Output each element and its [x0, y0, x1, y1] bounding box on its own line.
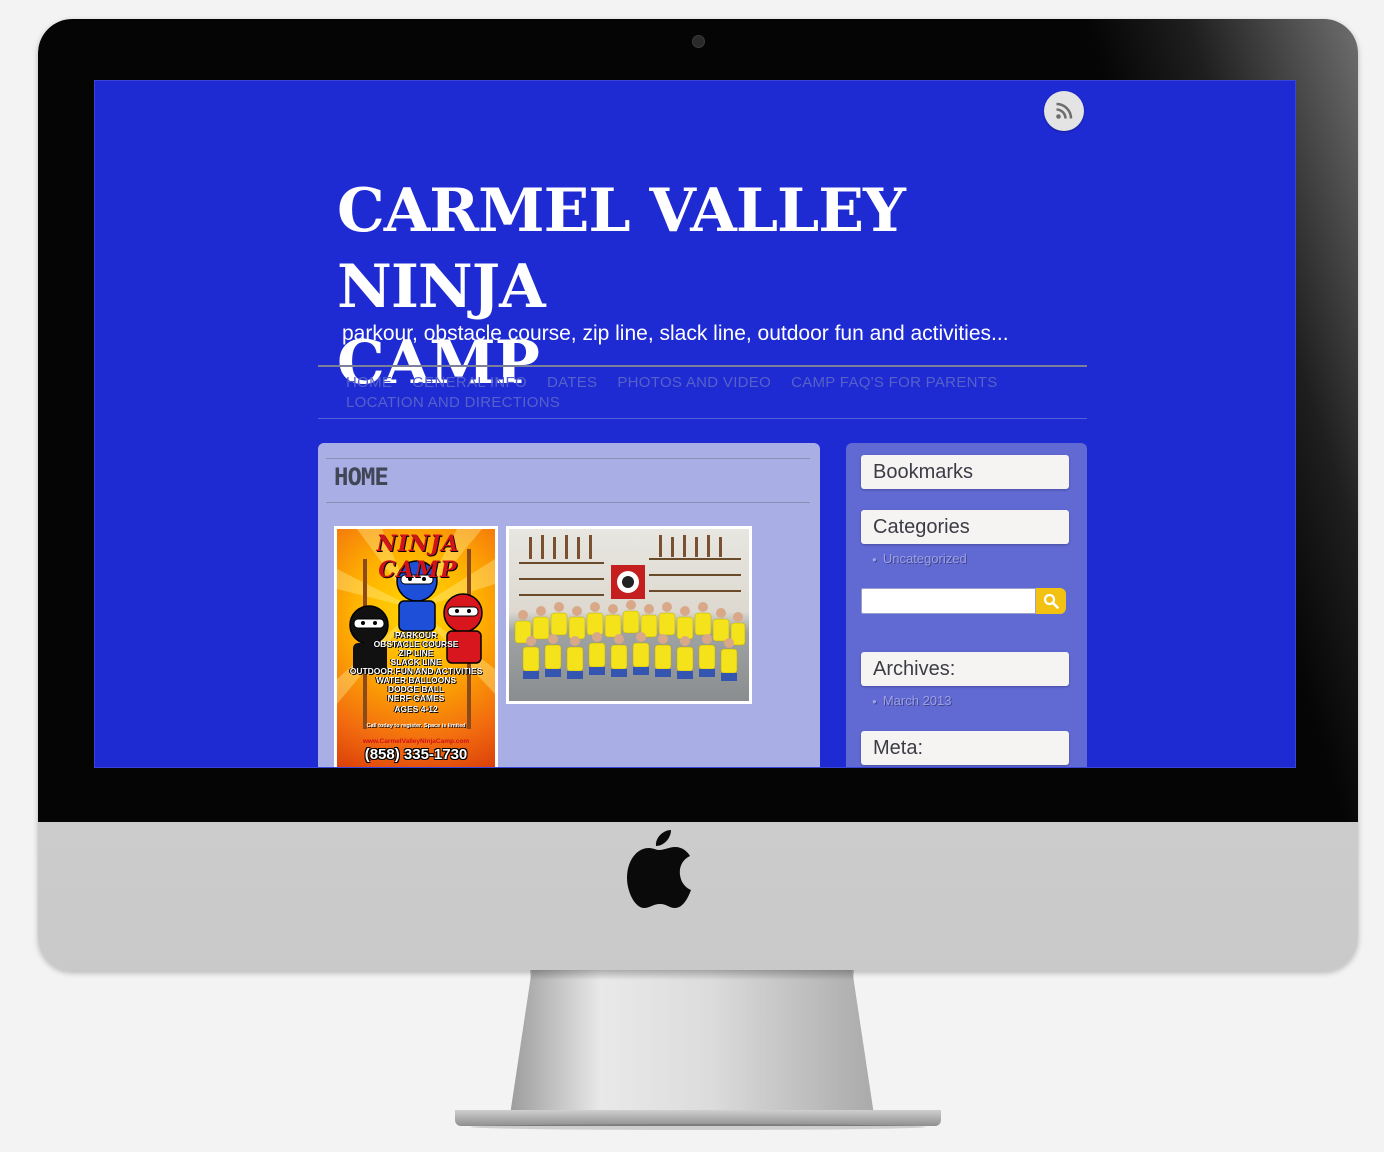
nav-item-photos-and-video[interactable]: PHOTOS AND VIDEO [617, 373, 771, 393]
flyer-url: www.CarmelValleyNinjaCamp.com [362, 738, 470, 745]
search-input[interactable] [861, 588, 1036, 614]
flyer-activity-list: PARKOUR OBSTACLE COURSE ZIP LINE SLACK L… [337, 631, 495, 714]
camp-group-photo[interactable] [506, 526, 752, 704]
main-content-panel: HOME NINJA CAMP PARKOUR OBSTACLE COURSE … [318, 443, 820, 767]
flyer-line: AGES 4-12 [394, 704, 438, 714]
nav-item-location-and-directions[interactable]: LOCATION AND DIRECTIONS [346, 393, 560, 413]
apple-logo-icon [627, 830, 691, 908]
flyer-phone: (858) 335-1730 [364, 746, 468, 763]
site-title-line1: CARMEL VALLEY NINJA [337, 176, 906, 322]
ninja-camp-flyer-image[interactable]: NINJA CAMP PARKOUR OBSTACLE COURSE ZIP L… [334, 526, 498, 767]
nav-item-dates[interactable]: DATES [547, 373, 597, 393]
site-tagline: parkour, obstacle course, zip line, slac… [342, 322, 1009, 345]
main-navigation: HOME GENERAL INFO DATES PHOTOS AND VIDEO… [346, 373, 1066, 413]
category-link-label: Uncategorized [882, 551, 967, 566]
archive-link-march-2013[interactable]: ● March 2013 [872, 693, 952, 708]
group-photo-artwork [509, 529, 749, 701]
search-button[interactable] [1036, 588, 1066, 614]
heading-rule-top [326, 458, 810, 459]
nav-item-general-info[interactable]: GENERAL INFO [412, 373, 527, 393]
flyer-cta: Call today to register. Space is limited [366, 723, 466, 729]
widget-title-bookmarks: Bookmarks [861, 455, 1069, 489]
sidebar: Bookmarks Categories ● Uncategorized Arch… [846, 443, 1087, 767]
search-icon [1043, 593, 1059, 609]
bullet-icon: ● [872, 697, 877, 707]
bullet-icon: ● [872, 555, 877, 565]
stand-shadow [530, 970, 854, 980]
nav-item-home[interactable]: HOME [346, 373, 392, 393]
stand-foot-shadow [470, 1124, 926, 1130]
nav-divider-bottom [318, 418, 1087, 419]
rss-feed-button[interactable] [1044, 91, 1084, 131]
rss-icon [1056, 102, 1073, 119]
group-photo-illustration [514, 535, 746, 681]
widget-title-archives: Archives: [861, 652, 1069, 686]
widget-title-categories: Categories [861, 510, 1069, 544]
camera-icon [692, 35, 705, 48]
widget-title-meta: Meta: [861, 731, 1069, 765]
website-screen: CARMEL VALLEY NINJA CAMP parkour, obstac… [94, 80, 1296, 768]
nav-divider-top [318, 365, 1087, 367]
archive-link-label: March 2013 [882, 693, 952, 708]
flyer-title: NINJA CAMP [376, 531, 460, 583]
flyer-artwork: NINJA CAMP PARKOUR OBSTACLE COURSE ZIP L… [337, 529, 495, 767]
imac-stand [510, 970, 874, 1115]
flyer-line: NERF GAMES [387, 693, 445, 703]
heading-rule-bottom [326, 502, 810, 503]
page-heading: HOME [334, 463, 389, 491]
nav-item-camp-faqs[interactable]: CAMP FAQ'S FOR PARENTS [791, 373, 997, 393]
imac-chin [38, 822, 1358, 971]
category-link-uncategorized[interactable]: ● Uncategorized [872, 551, 967, 566]
